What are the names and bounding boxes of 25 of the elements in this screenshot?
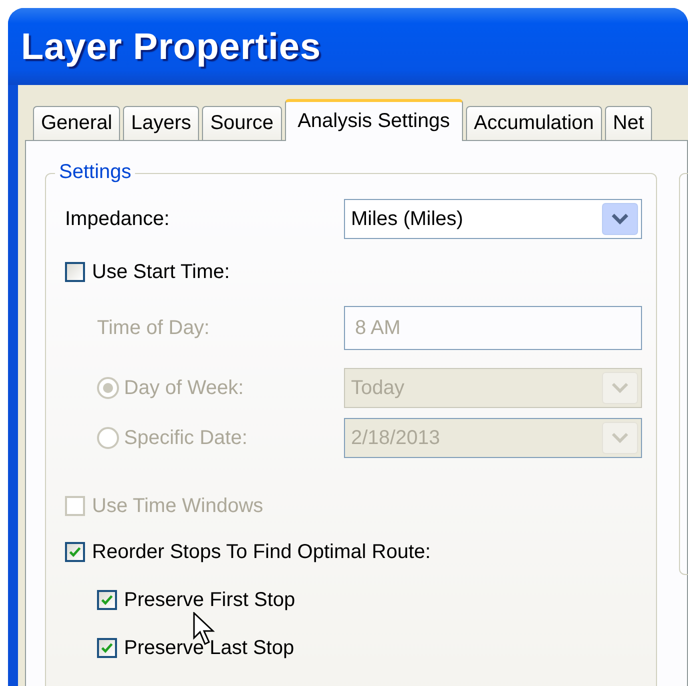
- window-title: Layer Properties: [21, 26, 322, 68]
- checkbox-label: Use Time Windows: [92, 494, 264, 518]
- tab[interactable]: Layers: [123, 106, 200, 140]
- tab[interactable]: Source: [202, 106, 282, 140]
- checkbox-label: Reorder Stops To Find Optimal Route:: [92, 540, 431, 564]
- tab[interactable]: Net: [604, 106, 652, 140]
- checkbox[interactable]: [97, 638, 117, 658]
- radio-label: Specific Date:: [124, 426, 248, 450]
- tab[interactable]: Analysis Settings: [284, 99, 463, 141]
- chevron-down-icon: [602, 372, 638, 404]
- checkbox[interactable]: [65, 542, 85, 562]
- checkbox-label: Use Start Time:: [92, 260, 230, 284]
- field-label: Impedance:: [65, 208, 171, 230]
- radio-label: Day of Week:: [124, 376, 244, 400]
- chevron-down-icon: [602, 203, 638, 235]
- group-title: Settings: [55, 161, 136, 184]
- impedance-dropdown[interactable]: Miles (Miles): [344, 199, 642, 239]
- checkbox[interactable]: [97, 590, 117, 610]
- checkbox[interactable]: [65, 262, 85, 282]
- tab[interactable]: General: [33, 106, 120, 140]
- checkbox-label: Preserve Last Stop: [124, 636, 294, 660]
- field-label: Time of Day:: [96, 316, 211, 340]
- chevron-down-icon: [602, 422, 638, 454]
- tab[interactable]: Accumulation: [466, 106, 602, 140]
- checkbox-label: Preserve First Stop: [124, 588, 296, 612]
